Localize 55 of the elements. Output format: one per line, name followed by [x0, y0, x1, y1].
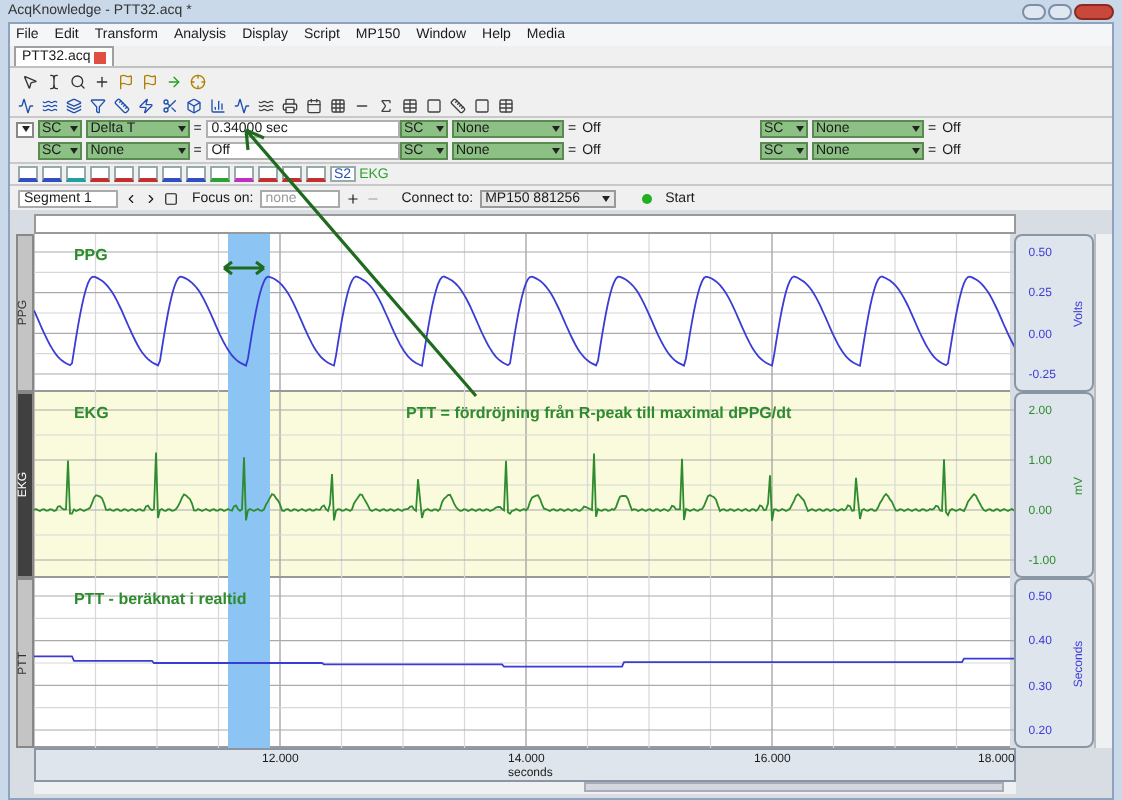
box-icon[interactable]: [186, 97, 202, 113]
annotation-text: PTT = fördröjning från R-peak till maximal dPPG/dt: [405, 406, 792, 422]
caret-icon: [177, 126, 186, 132]
caret-icon: [436, 148, 444, 154]
caret-icon: [70, 148, 79, 154]
minimize-button[interactable]: [1022, 3, 1046, 19]
caret-icon: [21, 126, 29, 132]
close-button[interactable]: [1074, 3, 1114, 19]
caret-icon: [552, 148, 560, 154]
caret-icon: [601, 195, 610, 201]
plus-icon[interactable]: [94, 73, 110, 89]
caret-icon: [912, 126, 920, 132]
square-icon[interactable]: [426, 97, 442, 113]
text-cursor-icon[interactable]: [46, 73, 62, 89]
arrow-icon[interactable]: [166, 73, 182, 89]
collapse-button[interactable]: [16, 121, 34, 137]
ruler-icon[interactable]: [114, 97, 130, 113]
search-icon[interactable]: [70, 73, 86, 89]
double-arrow-icon: [220, 260, 268, 276]
crosshair-icon[interactable]: [190, 73, 206, 89]
caret-icon: [796, 126, 804, 132]
annotation-text: EKG: [73, 406, 109, 422]
bar-chart-icon[interactable]: [210, 97, 226, 113]
ruler-icon[interactable]: [450, 97, 466, 113]
table-icon[interactable]: [498, 97, 514, 113]
close-icon[interactable]: [94, 51, 107, 63]
wave-icon[interactable]: [42, 97, 58, 113]
caret-icon: [436, 126, 444, 132]
pointer-icon[interactable]: [22, 73, 38, 89]
layers-icon[interactable]: [66, 97, 82, 113]
square-icon[interactable]: [164, 191, 178, 205]
caret-icon: [70, 126, 79, 132]
next-icon[interactable]: [144, 191, 158, 205]
sigma-icon[interactable]: [378, 97, 394, 113]
square-icon[interactable]: [474, 97, 490, 113]
printer-icon[interactable]: [282, 97, 298, 113]
plus-icon[interactable]: [345, 191, 360, 205]
annotation-text: PTT - beräknat i realtid: [73, 592, 247, 608]
grid-icon[interactable]: [330, 97, 346, 113]
caret-icon: [796, 148, 804, 154]
lightning-icon[interactable]: [138, 97, 154, 113]
caret-icon: [552, 126, 560, 132]
waveform-icon[interactable]: [234, 97, 250, 113]
annotation-text: PPG: [73, 248, 108, 264]
caret-icon: [177, 148, 186, 154]
maximize-button[interactable]: [1048, 3, 1072, 19]
horizontal-scrollbar[interactable]: [34, 782, 1016, 794]
scissors-icon[interactable]: [162, 97, 178, 113]
caret-icon: [912, 148, 920, 154]
waveform-icon[interactable]: [18, 97, 34, 113]
wave-icon[interactable]: [258, 97, 274, 113]
previous-icon[interactable]: [124, 191, 138, 205]
calendar-icon[interactable]: [306, 97, 322, 113]
table-icon[interactable]: [402, 97, 418, 113]
filter-icon[interactable]: [90, 97, 106, 113]
